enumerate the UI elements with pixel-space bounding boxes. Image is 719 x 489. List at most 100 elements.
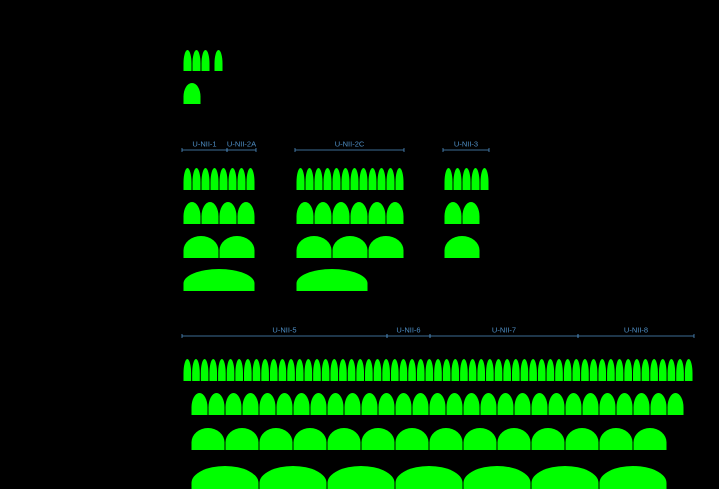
channel-80mhz bbox=[296, 236, 332, 258]
channel-160mhz bbox=[191, 466, 259, 489]
channel-20mhz bbox=[330, 358, 339, 381]
channel-20mhz bbox=[200, 358, 209, 381]
channel-20mhz bbox=[321, 358, 330, 381]
channel-20mhz bbox=[408, 358, 416, 381]
channel-diagram: U-NII-1 U-NII-2A U-NII-2C U-NII-3 U-NII-5 U-N… bbox=[181, 50, 695, 489]
band-label: U-NII-1 bbox=[192, 140, 216, 149]
channel-20mhz bbox=[537, 359, 546, 381]
channel-20mhz bbox=[555, 358, 563, 381]
channel-40mhz bbox=[667, 393, 684, 415]
channel-40mhz bbox=[429, 393, 446, 415]
channel-80mhz bbox=[327, 428, 361, 450]
channel-20mhz bbox=[563, 359, 572, 381]
channel-20mhz bbox=[453, 168, 462, 190]
channel-80mhz bbox=[259, 428, 293, 450]
channel-40mhz bbox=[514, 393, 531, 415]
channel-40mhz bbox=[412, 393, 429, 415]
channel-20mhz bbox=[305, 168, 314, 190]
channel-80mhz bbox=[531, 428, 565, 450]
channel-80mhz bbox=[293, 428, 327, 450]
channel-20mhz bbox=[511, 358, 520, 381]
channel-20mhz bbox=[486, 359, 494, 381]
channel-20mhz bbox=[296, 168, 305, 190]
channel-160mhz bbox=[259, 466, 327, 489]
channel-40mhz bbox=[444, 202, 462, 224]
channel-20mhz bbox=[365, 358, 373, 381]
channel-20mhz bbox=[314, 168, 323, 190]
channel-20mhz bbox=[442, 358, 451, 381]
channel-20mhz bbox=[244, 359, 252, 381]
channel-40mhz bbox=[395, 393, 412, 415]
channel-80mhz bbox=[497, 428, 531, 450]
channel-160mhz bbox=[183, 269, 255, 291]
channel-20mhz bbox=[313, 358, 321, 381]
channel-20mhz bbox=[261, 358, 269, 381]
channel-20mhz bbox=[390, 359, 399, 381]
channel-20mhz bbox=[237, 168, 246, 190]
channel-40mhz bbox=[361, 393, 378, 415]
legend-narrow-channel bbox=[214, 50, 223, 71]
channel-20mhz bbox=[632, 358, 641, 381]
channel-20mhz bbox=[382, 358, 390, 381]
channel-20mhz bbox=[210, 168, 219, 190]
channel-20mhz bbox=[425, 358, 434, 381]
channel-40mhz bbox=[310, 393, 327, 415]
channel-20mhz bbox=[451, 358, 460, 381]
channel-20mhz bbox=[269, 358, 278, 381]
channel-20mhz bbox=[529, 358, 537, 381]
channel-20mhz bbox=[278, 358, 287, 381]
channel-80mhz bbox=[219, 236, 255, 258]
channel-20mhz bbox=[192, 359, 200, 381]
channel-40mhz bbox=[201, 202, 219, 224]
channel-20mhz bbox=[416, 358, 425, 381]
channel-40mhz bbox=[191, 393, 208, 415]
channel-20mhz bbox=[444, 168, 453, 190]
band-label: U-NII-5 bbox=[272, 326, 296, 335]
channel-40mhz bbox=[531, 393, 548, 415]
channel-40mhz bbox=[344, 393, 361, 415]
channel-40mhz bbox=[497, 393, 514, 415]
channel-20mhz bbox=[684, 359, 693, 381]
channel-40mhz bbox=[276, 393, 293, 415]
channel-20mhz bbox=[615, 358, 624, 381]
channel-20mhz bbox=[377, 168, 386, 190]
channel-20mhz bbox=[589, 358, 598, 381]
channel-80mhz bbox=[361, 428, 395, 450]
channel-20mhz bbox=[235, 359, 244, 381]
channel-20mhz bbox=[246, 168, 255, 190]
channel-20mhz bbox=[598, 359, 607, 381]
channel-20mhz bbox=[341, 168, 350, 190]
channel-80mhz bbox=[225, 428, 259, 450]
band-label: U-NII-6 bbox=[396, 326, 420, 335]
channel-80mhz bbox=[429, 428, 463, 450]
channel-40mhz bbox=[208, 393, 225, 415]
channel-20mhz bbox=[658, 358, 667, 381]
channel-80mhz bbox=[599, 428, 633, 450]
channel-40mhz bbox=[480, 393, 497, 415]
channel-20mhz bbox=[209, 358, 218, 381]
channel-20mhz bbox=[520, 359, 529, 381]
channel-40mhz bbox=[616, 393, 633, 415]
channel-160mhz bbox=[463, 466, 531, 489]
channel-40mhz bbox=[565, 393, 582, 415]
band-label: U-NII-7 bbox=[492, 326, 516, 335]
legend-narrow-channel bbox=[201, 50, 210, 71]
channel-20mhz bbox=[373, 358, 382, 381]
channel-80mhz bbox=[191, 428, 225, 450]
channel-20mhz bbox=[201, 168, 210, 190]
channel-40mhz bbox=[463, 393, 480, 415]
channel-80mhz bbox=[463, 428, 497, 450]
legend-narrow-channel bbox=[192, 50, 201, 71]
channel-40mhz bbox=[350, 202, 368, 224]
channel-80mhz bbox=[395, 428, 429, 450]
channel-20mhz bbox=[462, 168, 471, 190]
channel-20mhz bbox=[386, 168, 395, 190]
channel-20mhz bbox=[480, 168, 489, 190]
channel-20mhz bbox=[368, 168, 377, 190]
channel-20mhz bbox=[460, 358, 468, 381]
channel-20mhz bbox=[304, 358, 313, 381]
channel-40mhz bbox=[219, 202, 237, 224]
channel-20mhz bbox=[471, 168, 480, 190]
channel-20mhz bbox=[607, 359, 615, 381]
band-label: U-NII-3 bbox=[454, 140, 478, 149]
